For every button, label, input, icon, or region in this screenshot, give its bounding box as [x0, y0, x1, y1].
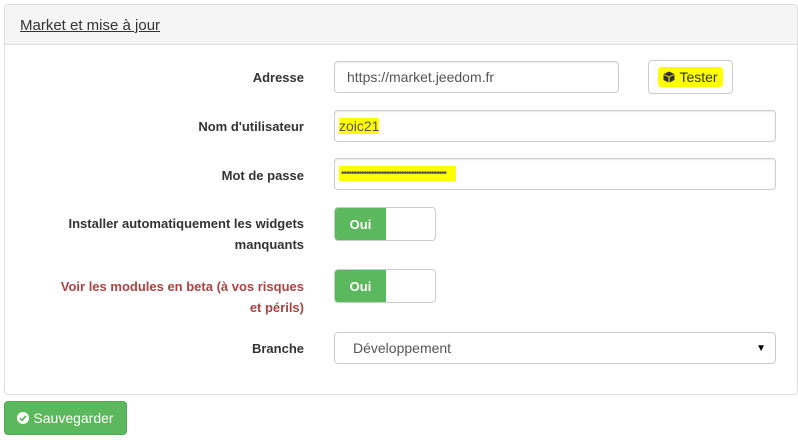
save-button-label: Sauvegarder: [33, 410, 114, 426]
beta-label-line1: Voir les modules en beta (à vos risques: [60, 279, 304, 294]
username-value: zoic21: [339, 118, 380, 134]
auto-install-toggle-on: Oui: [335, 208, 386, 240]
beta-toggle-on: Oui: [335, 270, 386, 302]
beta-label-line2: et périls): [249, 300, 304, 315]
beta-label: Voir les modules en beta (à vos risques …: [61, 276, 304, 318]
password-value: ••••••••••••••••••••••••••••••••••••••••…: [339, 166, 457, 181]
branch-select[interactable]: Développement ▼: [334, 332, 776, 364]
password-label: Mot de passe: [221, 168, 304, 183]
panel-title[interactable]: Market et mise à jour: [20, 17, 160, 34]
address-label: Adresse: [252, 70, 304, 85]
password-input[interactable]: ••••••••••••••••••••••••••••••••••••••••…: [334, 158, 776, 190]
auto-install-label-line2: manquants: [234, 237, 304, 252]
branch-label: Branche: [251, 341, 304, 356]
caret-down-icon: ▼: [756, 343, 766, 354]
auto-install-label-line1: Installer automatiquement les widgets: [68, 216, 305, 231]
auto-install-label: Installer automatiquement les widgets ma…: [69, 213, 305, 255]
save-button[interactable]: Sauvegarder: [4, 401, 127, 435]
auto-install-toggle[interactable]: Oui: [334, 207, 436, 241]
branch-selected: Développement: [353, 340, 452, 356]
test-button-label: Tester: [679, 69, 718, 85]
address-value: https://market.jeedom.fr: [347, 69, 495, 85]
test-button[interactable]: Tester: [648, 60, 733, 94]
check-circle-icon: [17, 412, 30, 424]
username-label: Nom d'utilisateur: [198, 119, 304, 134]
username-input[interactable]: zoic21: [334, 110, 776, 142]
panel-heading: Market et mise à jour: [5, 5, 797, 45]
cube-icon: [663, 71, 675, 83]
address-input[interactable]: https://market.jeedom.fr: [334, 61, 619, 93]
beta-toggle[interactable]: Oui: [334, 269, 436, 303]
